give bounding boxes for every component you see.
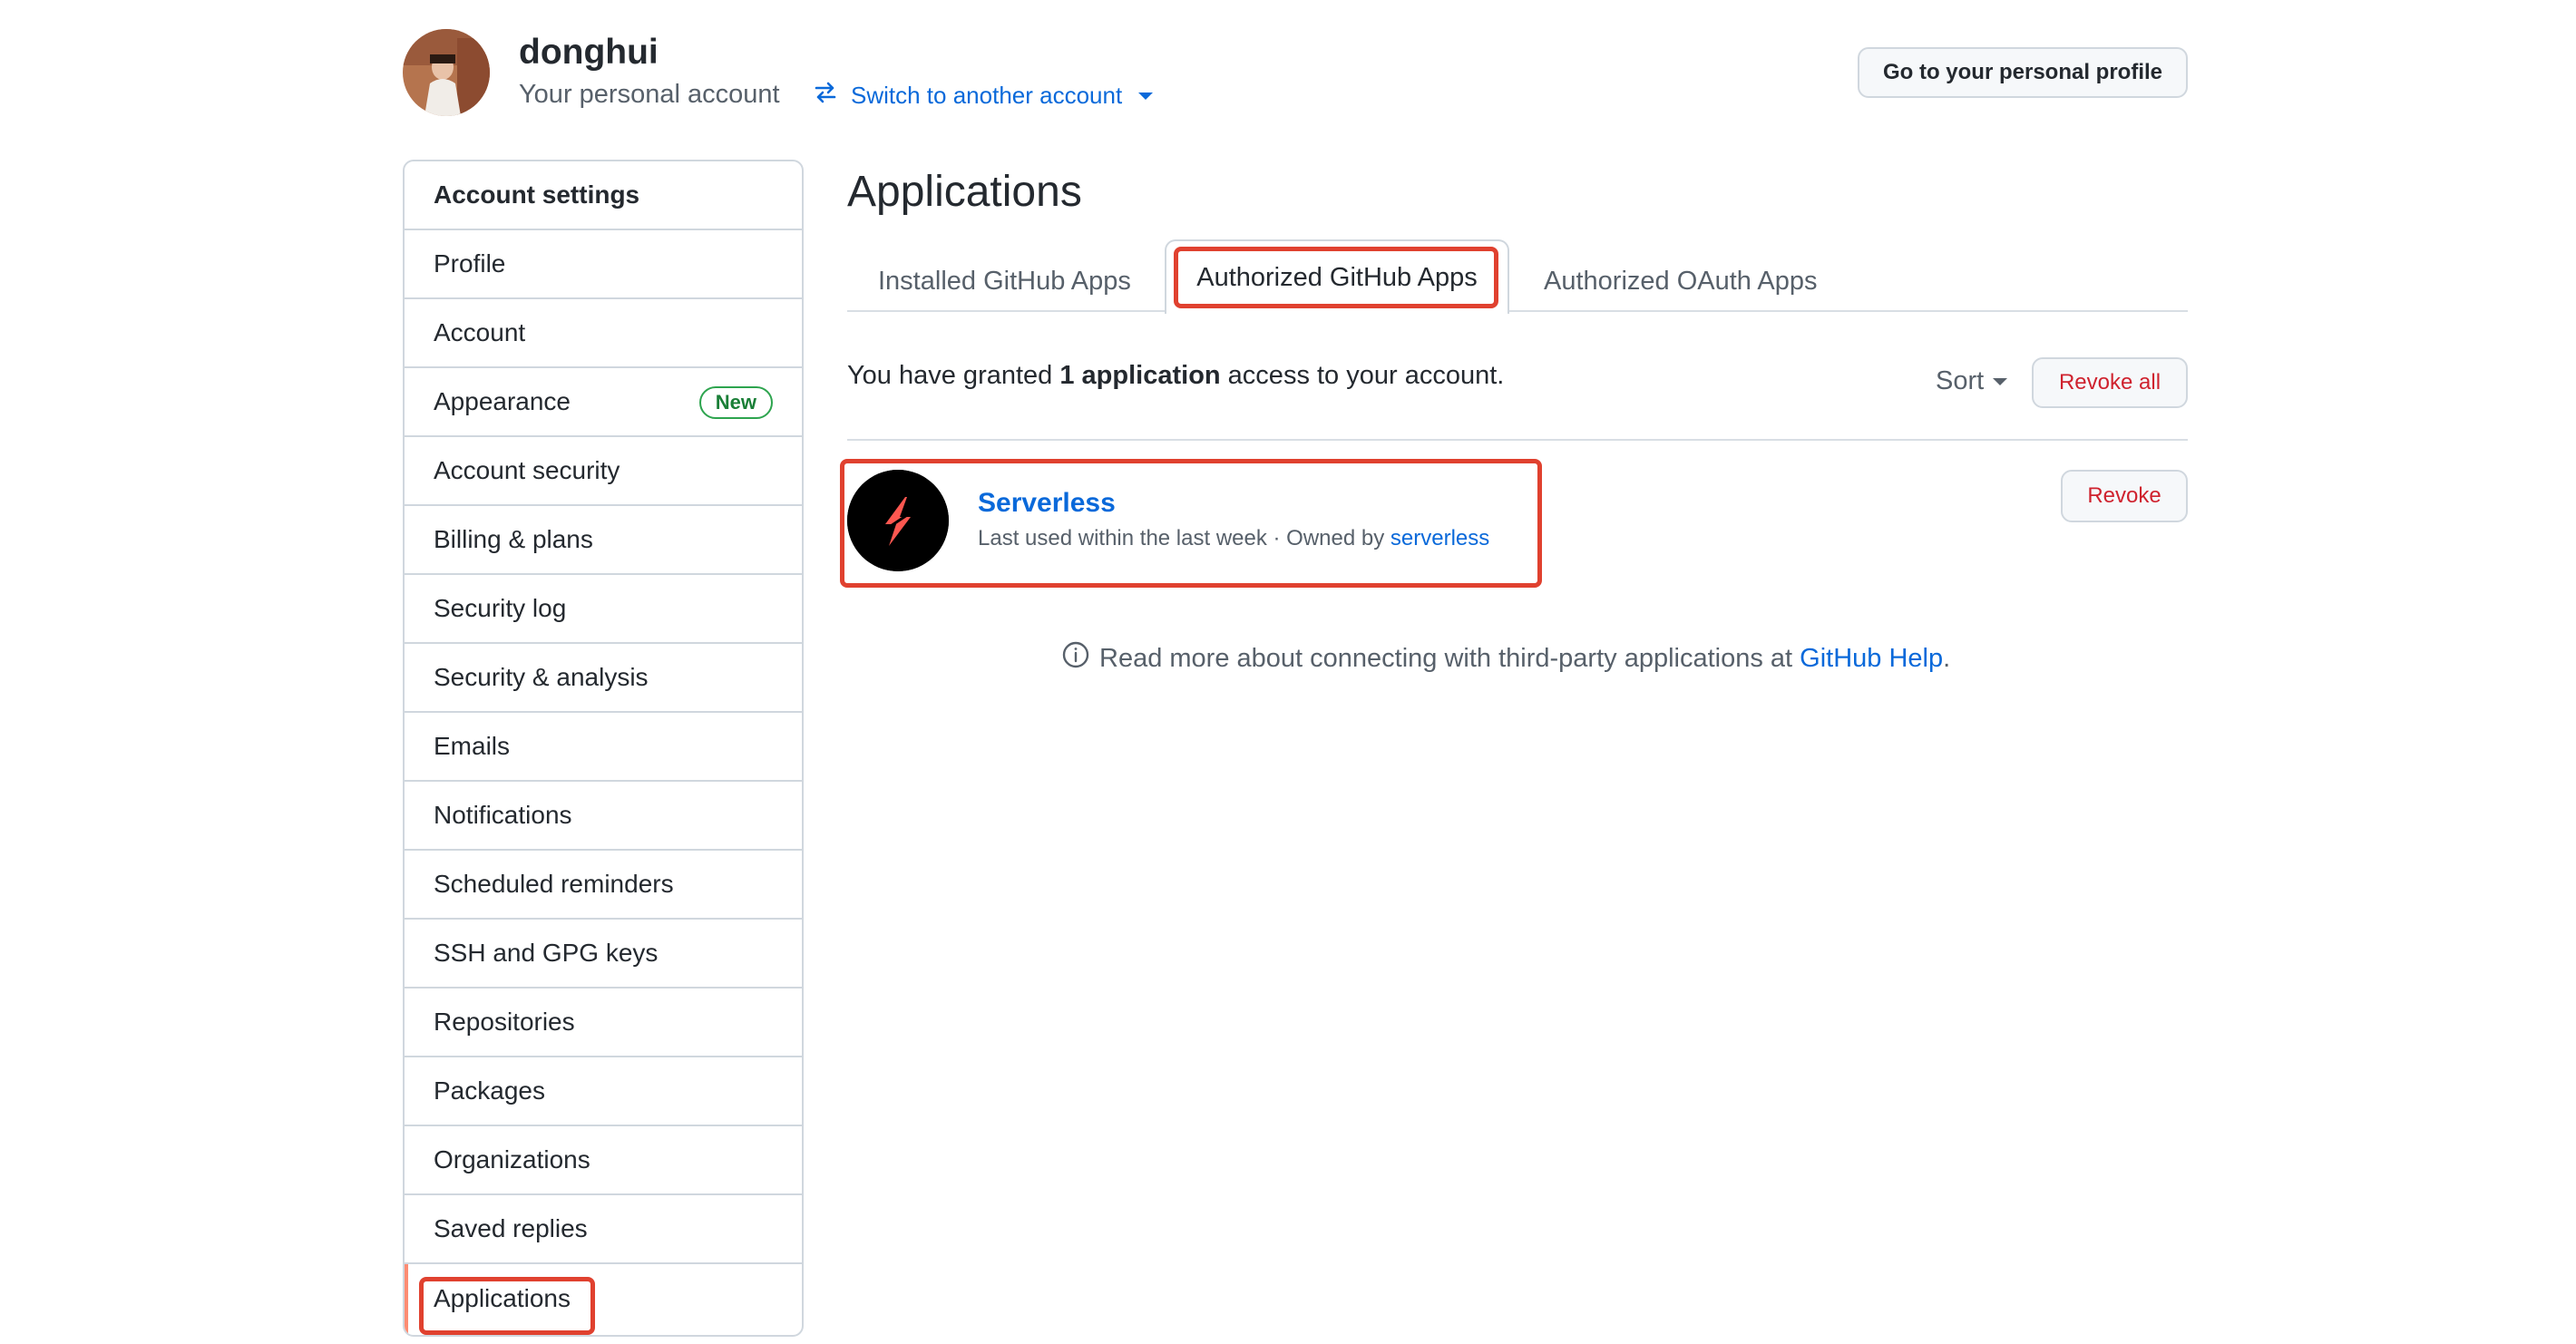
granted-suffix: access to your account. <box>1220 361 1505 390</box>
chevron-down-icon <box>1138 92 1154 100</box>
sidebar-item-scheduled-reminders[interactable]: Scheduled reminders <box>405 851 802 920</box>
avatar[interactable] <box>403 29 490 116</box>
settings-sidebar: Account settings Profile Account Appeara… <box>403 160 804 1337</box>
sidebar-item-security-log[interactable]: Security log <box>405 575 802 644</box>
info-icon <box>1061 640 1090 677</box>
granted-prefix: You have granted <box>847 361 1060 390</box>
granted-count: 1 application <box>1059 361 1221 390</box>
switch-arrows-icon <box>813 80 838 112</box>
account-subtitle: Your personal account <box>519 80 780 109</box>
help-info: Read more about connecting with third-pa… <box>1061 640 1950 677</box>
app-owner-link[interactable]: serverless <box>1390 526 1489 550</box>
go-to-profile-button[interactable]: Go to your personal profile <box>1858 47 2188 98</box>
revoke-all-button[interactable]: Revoke all <box>2032 357 2188 408</box>
tabs-underline <box>847 310 2188 312</box>
sidebar-item-organizations[interactable]: Organizations <box>405 1126 802 1195</box>
page-title: Applications <box>847 168 1082 216</box>
sidebar-item-security-analysis[interactable]: Security & analysis <box>405 644 802 713</box>
sidebar-item-notifications[interactable]: Notifications <box>405 782 802 851</box>
sidebar-item-ssh-gpg-keys[interactable]: SSH and GPG keys <box>405 920 802 989</box>
chevron-down-icon <box>1993 377 2008 385</box>
granted-summary: You have granted 1 application access to… <box>847 361 1504 391</box>
list-divider <box>847 439 2188 441</box>
sidebar-item-packages[interactable]: Packages <box>405 1057 802 1126</box>
sidebar-item-label: Applications <box>434 1284 571 1312</box>
sidebar-title: Account settings <box>405 161 802 230</box>
info-suffix: . <box>1943 643 1951 673</box>
app-name-link[interactable]: Serverless <box>978 488 1116 519</box>
sidebar-item-label: Appearance <box>434 387 571 415</box>
sidebar-item-account[interactable]: Account <box>405 299 802 368</box>
switch-account-button[interactable]: Switch to another account <box>813 80 1154 112</box>
sidebar-item-applications[interactable]: Applications <box>405 1264 802 1333</box>
sidebar-item-saved-replies[interactable]: Saved replies <box>405 1195 802 1264</box>
account-username: donghui <box>519 33 659 72</box>
new-badge: New <box>698 386 773 419</box>
serverless-logo-icon <box>847 470 949 571</box>
sort-label: Sort <box>1936 366 1985 395</box>
sort-dropdown[interactable]: Sort <box>1936 366 2008 396</box>
sidebar-item-profile[interactable]: Profile <box>405 230 802 299</box>
info-text: Read more about connecting with third-pa… <box>1099 643 1800 673</box>
github-help-link[interactable]: GitHub Help <box>1800 644 1943 673</box>
sidebar-item-appearance[interactable]: Appearance New <box>405 368 802 437</box>
app-meta-text: Last used within the last week · Owned b… <box>978 526 1390 550</box>
sidebar-item-billing[interactable]: Billing & plans <box>405 506 802 575</box>
sidebar-item-emails[interactable]: Emails <box>405 713 802 782</box>
tab-authorized-oauth-apps[interactable]: Authorized OAuth Apps <box>1544 252 1817 310</box>
app-meta: Last used within the last week · Owned b… <box>978 526 1489 551</box>
active-indicator <box>405 1264 408 1333</box>
sidebar-item-account-security[interactable]: Account security <box>405 437 802 506</box>
switch-account-label: Switch to another account <box>851 82 1123 109</box>
tab-installed-github-apps[interactable]: Installed GitHub Apps <box>878 252 1131 310</box>
tab-authorized-github-apps[interactable]: Authorized GitHub Apps <box>1165 239 1509 314</box>
sidebar-item-repositories[interactable]: Repositories <box>405 989 802 1057</box>
revoke-button[interactable]: Revoke <box>2061 470 2188 522</box>
